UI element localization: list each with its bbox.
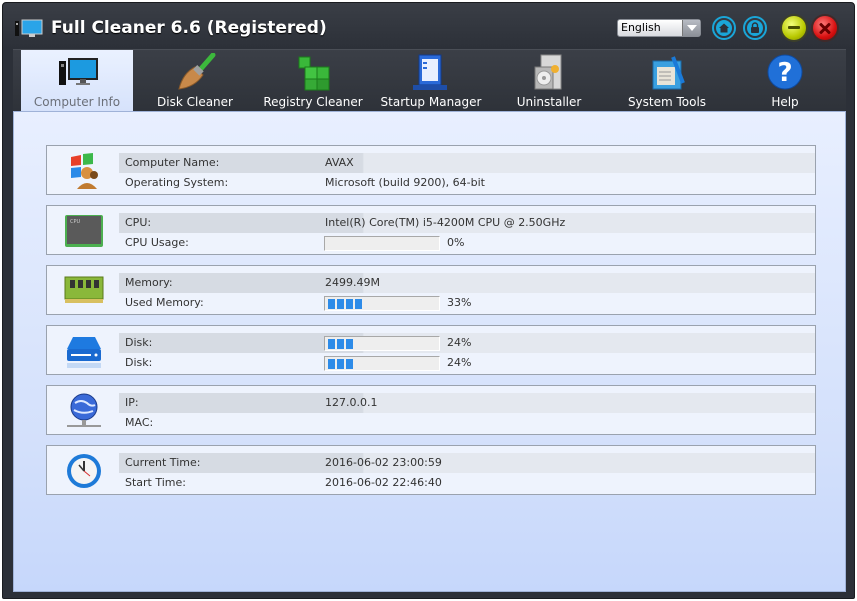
tab-label: Registry Cleaner xyxy=(263,95,363,109)
broom-icon xyxy=(178,53,216,90)
memory-module-icon xyxy=(64,276,104,303)
minimize-button[interactable] xyxy=(782,16,806,40)
svg-text:?: ? xyxy=(777,58,792,88)
language-select[interactable]: English xyxy=(617,19,701,37)
cpu-usage-percent: 0% xyxy=(447,236,465,249)
current-time-value: 2016-06-02 23:00:59 xyxy=(325,456,442,469)
start-time-label: Start Time: xyxy=(125,476,186,489)
used-memory-percent: 33% xyxy=(447,296,472,309)
home-button[interactable] xyxy=(712,16,736,40)
ip-row: IP: 127.0.0.1 xyxy=(119,393,815,413)
disk-row-2: Disk: 24% xyxy=(119,353,815,373)
ip-label: IP: xyxy=(125,396,139,409)
tab-disk-cleaner[interactable]: Disk Cleaner xyxy=(139,50,251,112)
memory-label: Memory: xyxy=(125,276,173,289)
cpu-chip-icon: CPU xyxy=(65,215,103,247)
chevron-down-icon[interactable] xyxy=(682,20,700,36)
mac-row: MAC: xyxy=(119,413,815,433)
network-globe-icon xyxy=(67,393,101,427)
disk-panel: Disk: 24% Disk: 24% xyxy=(46,325,816,375)
computer-name-row: Computer Name: AVAX xyxy=(119,153,815,173)
os-value: Microsoft (build 9200), 64-bit xyxy=(325,176,485,189)
network-panel: IP: 127.0.0.1 MAC: xyxy=(46,385,816,435)
startup-window-icon xyxy=(413,54,447,90)
time-panel: Current Time: 2016-06-02 23:00:59 Start … xyxy=(46,445,816,495)
tab-label: Computer Info xyxy=(33,95,121,109)
help-icon: ? xyxy=(767,54,803,90)
used-memory-row: Used Memory: 33% xyxy=(119,293,815,313)
progress-block xyxy=(328,359,335,369)
home-icon xyxy=(716,20,732,36)
lock-icon xyxy=(747,20,763,36)
system-panel: Computer Name: AVAX Operating System: Mi… xyxy=(46,145,816,195)
progress-block xyxy=(355,299,362,309)
memory-row: Memory: 2499.49M xyxy=(119,273,815,293)
progress-block xyxy=(337,299,344,309)
hard-disk-icon xyxy=(67,337,101,368)
cpu-usage-row: CPU Usage: 0% xyxy=(119,233,815,253)
start-time-row: Start Time: 2016-06-02 22:46:40 xyxy=(119,473,815,493)
ip-value: 127.0.0.1 xyxy=(325,396,378,409)
tab-help[interactable]: ? Help xyxy=(729,50,841,112)
mac-label: MAC: xyxy=(125,416,154,429)
progress-block xyxy=(346,299,353,309)
disk-row-1: Disk: 24% xyxy=(119,333,815,353)
disk-usage-percent: 24% xyxy=(447,336,472,349)
memory-value: 2499.49M xyxy=(325,276,380,289)
tab-uninstaller[interactable]: Uninstaller xyxy=(493,50,605,112)
language-value: English xyxy=(621,21,661,34)
cpu-row: CPU: Intel(R) Core(TM) i5-4200M CPU @ 2.… xyxy=(119,213,815,233)
cpu-usage-bar xyxy=(324,236,440,251)
used-memory-label: Used Memory: xyxy=(125,296,204,309)
progress-block xyxy=(328,299,335,309)
lock-button[interactable] xyxy=(743,16,767,40)
windows-users-icon xyxy=(71,153,98,189)
disk-usage-bar xyxy=(324,336,440,351)
progress-block xyxy=(328,339,335,349)
tab-label: System Tools xyxy=(627,95,707,109)
tab-label: Help xyxy=(771,95,799,109)
app-logo-icon xyxy=(15,19,43,37)
start-time-value: 2016-06-02 22:46:40 xyxy=(325,476,442,489)
cpu-usage-label: CPU Usage: xyxy=(125,236,189,249)
computer-icon xyxy=(59,58,98,85)
progress-block xyxy=(346,359,353,369)
progress-block xyxy=(337,339,344,349)
memory-panel: Memory: 2499.49M Used Memory: 33% xyxy=(46,265,816,315)
computer-name-value: AVAX xyxy=(325,156,354,169)
os-row: Operating System: Microsoft (build 9200)… xyxy=(119,173,815,193)
cpu-value: Intel(R) Core(TM) i5-4200M CPU @ 2.50GHz xyxy=(325,216,566,229)
svg-text:CPU: CPU xyxy=(70,219,81,225)
tools-icon xyxy=(652,56,685,90)
tab-startup-manager[interactable]: Startup Manager xyxy=(375,50,487,112)
main-toolbar: Computer Info Disk Cleaner Registry Clea… xyxy=(13,49,846,112)
software-box-icon xyxy=(534,54,562,90)
tab-registry-cleaner[interactable]: Registry Cleaner xyxy=(257,50,369,112)
title-bar[interactable]: Full Cleaner 6.6 (Registered) English xyxy=(3,3,854,49)
disk-label: Disk: xyxy=(125,356,153,369)
computer-info-content: Computer Name: AVAX Operating System: Mi… xyxy=(13,111,846,592)
computer-name-label: Computer Name: xyxy=(125,156,220,169)
tab-computer-info[interactable]: Computer Info xyxy=(21,50,133,112)
os-label: Operating System: xyxy=(125,176,229,189)
cpu-panel: CPU CPU: Intel(R) Core(TM) i5-4200M CPU … xyxy=(46,205,816,255)
progress-block xyxy=(337,359,344,369)
tab-label: Uninstaller xyxy=(516,95,582,109)
disk-usage-bar xyxy=(324,356,440,371)
tab-label: Disk Cleaner xyxy=(157,95,233,109)
used-memory-bar xyxy=(324,296,440,311)
tab-system-tools[interactable]: System Tools xyxy=(611,50,723,112)
app-window: Full Cleaner 6.6 (Registered) English Co… xyxy=(2,2,855,599)
current-time-label: Current Time: xyxy=(125,456,201,469)
disk-label: Disk: xyxy=(125,336,153,349)
current-time-row: Current Time: 2016-06-02 23:00:59 xyxy=(119,453,815,473)
window-title: Full Cleaner 6.6 (Registered) xyxy=(51,18,327,38)
clock-icon xyxy=(67,454,101,488)
registry-cubes-icon xyxy=(298,56,330,91)
close-button[interactable] xyxy=(813,16,837,40)
tab-label: Startup Manager xyxy=(380,95,482,109)
disk-usage-percent: 24% xyxy=(447,356,472,369)
progress-block xyxy=(346,339,353,349)
cpu-label: CPU: xyxy=(125,216,152,229)
